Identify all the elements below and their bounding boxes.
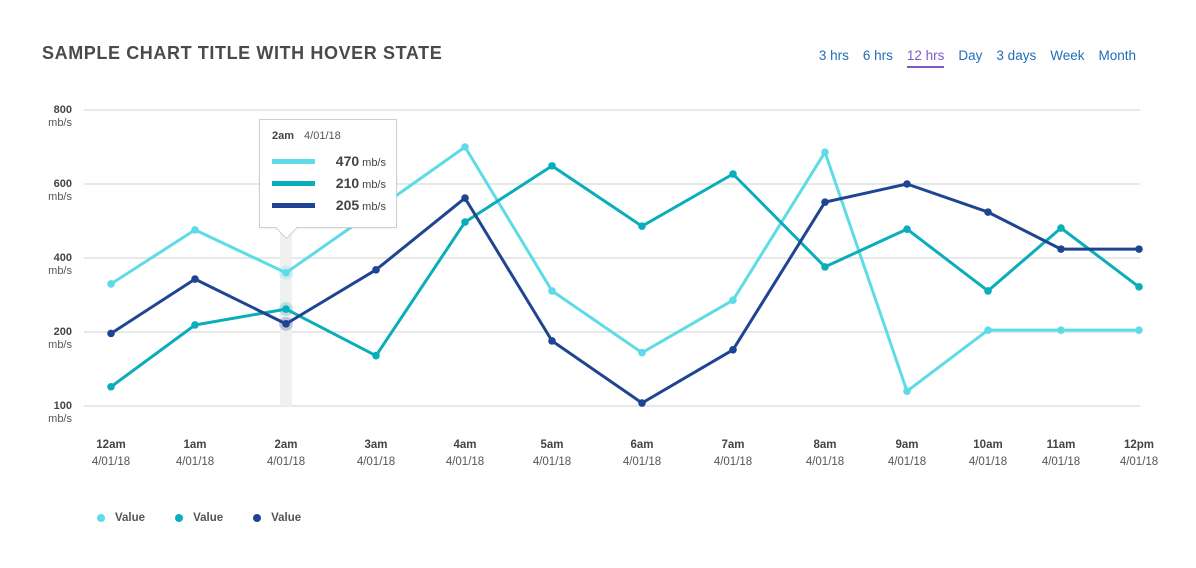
- data-point: [548, 287, 556, 295]
- data-point: [821, 198, 829, 206]
- data-point: [984, 287, 992, 295]
- tooltip-date: 4/01/18: [304, 130, 341, 142]
- data-point: [548, 337, 556, 345]
- legend-dot-icon: [175, 514, 184, 522]
- data-point: [548, 162, 556, 170]
- data-point: [903, 180, 911, 188]
- data-point: [729, 296, 737, 304]
- data-point: [461, 143, 469, 151]
- data-point: [638, 348, 646, 357]
- data-point: [638, 399, 646, 407]
- legend-dot-icon: [97, 514, 105, 522]
- data-point: [903, 225, 911, 233]
- data-point: [1135, 283, 1143, 291]
- chart-legend: Value Value Value: [97, 512, 301, 524]
- legend-label: Value: [115, 512, 146, 524]
- data-point: [372, 351, 380, 360]
- tooltip-swatch: [272, 158, 315, 164]
- data-point: [282, 320, 290, 328]
- tooltip-row: 210 mb/s: [272, 174, 386, 192]
- hover-tooltip: 2am 4/01/18 470 mb/s 210 mb/s 205 mb/s: [259, 119, 397, 240]
- data-point: [984, 208, 992, 216]
- data-point: [461, 218, 469, 226]
- legend-item[interactable]: Value: [175, 512, 223, 524]
- data-point: [107, 280, 115, 288]
- data-point: [1057, 224, 1065, 232]
- data-point: [372, 266, 380, 274]
- tooltip-header: 2am 4/01/18: [272, 130, 341, 142]
- data-point: [638, 222, 646, 230]
- tooltip-swatch: [272, 180, 315, 186]
- data-point: [461, 194, 469, 202]
- tooltip-value: 205 mb/s: [335, 197, 386, 213]
- legend-item[interactable]: Value: [253, 512, 301, 524]
- data-point: [984, 326, 992, 334]
- legend-label: Value: [271, 512, 302, 524]
- tooltip-time: 2am: [272, 130, 295, 142]
- tooltip-swatch: [272, 202, 315, 208]
- data-point: [1057, 245, 1065, 253]
- data-point: [821, 148, 829, 156]
- legend-item[interactable]: Value: [97, 512, 145, 524]
- gridlines: [84, 109, 1140, 407]
- tooltip-row: 205 mb/s: [272, 196, 386, 214]
- data-point: [1135, 326, 1143, 334]
- data-point: [729, 345, 737, 354]
- tooltip-value: 470 mb/s: [335, 153, 386, 169]
- data-point: [821, 263, 829, 271]
- data-point: [191, 226, 199, 234]
- data-point: [191, 275, 199, 283]
- data-point: [729, 170, 737, 178]
- data-point: [1135, 245, 1143, 253]
- data-point: [1057, 326, 1065, 334]
- data-point: [282, 269, 290, 277]
- data-point: [282, 305, 290, 313]
- line-chart-plot[interactable]: [0, 0, 1196, 568]
- legend-label: Value: [193, 512, 224, 524]
- data-point: [107, 382, 115, 391]
- data-point: [107, 329, 115, 338]
- tooltip-value: 210 mb/s: [335, 175, 386, 191]
- legend-dot-icon: [253, 514, 262, 522]
- tooltip-row: 470 mb/s: [272, 152, 386, 170]
- data-point: [191, 321, 199, 329]
- data-point: [903, 387, 911, 396]
